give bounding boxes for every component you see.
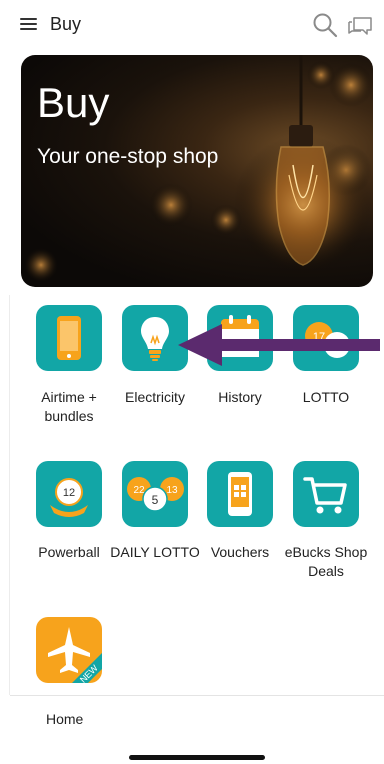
- powerball-label: Powerball: [38, 544, 100, 560]
- calendar-icon: [221, 315, 259, 357]
- voucher-icon: [228, 472, 252, 516]
- promo-banner[interactable]: Buy Your one-stop shop: [21, 55, 373, 287]
- travel-plane-icon: NEW: [48, 627, 102, 683]
- svg-text:12: 12: [63, 487, 75, 499]
- vouchers-tile[interactable]: [207, 461, 273, 527]
- phone-icon: [57, 316, 81, 360]
- shopping-cart-icon: [303, 477, 347, 514]
- daily-lotto-tile[interactable]: 22 13 5: [122, 461, 188, 527]
- daily-lotto-label: DAILY LOTTO: [110, 544, 200, 560]
- bottom-divider: [10, 695, 384, 696]
- home-indicator[interactable]: [129, 755, 265, 760]
- daily-lotto-icon: 22 13 5: [127, 477, 184, 512]
- banner-title: Buy: [37, 79, 110, 126]
- electricity-tile[interactable]: [122, 305, 188, 371]
- travel-tile[interactable]: NEW: [36, 617, 102, 683]
- chat-icon[interactable]: [347, 14, 373, 38]
- nav-home[interactable]: Home: [46, 711, 83, 727]
- header: Buy: [0, 0, 384, 52]
- search-icon[interactable]: [312, 12, 338, 38]
- electricity-label: Electricity: [125, 389, 185, 405]
- lotto-ball-icon: 17: [305, 322, 350, 358]
- svg-text:17: 17: [313, 331, 325, 343]
- lotto-tile[interactable]: 17: [293, 305, 359, 371]
- svg-text:5: 5: [152, 493, 159, 507]
- content-border: [9, 295, 10, 695]
- ebucks-shop-deals-tile[interactable]: [293, 461, 359, 527]
- page-title: Buy: [50, 14, 82, 34]
- svg-text:13: 13: [166, 485, 178, 496]
- history-label: History: [218, 389, 262, 405]
- powerball-tile[interactable]: 12: [36, 461, 102, 527]
- ebucks-shop-deals-label: eBucks Shop Deals: [284, 544, 368, 579]
- lightbulb-icon: [141, 317, 169, 361]
- banner-subtitle: Your one-stop shop: [37, 145, 219, 168]
- airtime-bundles-tile[interactable]: [36, 305, 102, 371]
- history-tile[interactable]: [207, 305, 273, 371]
- hamburger-menu-icon[interactable]: [20, 18, 37, 32]
- vouchers-label: Vouchers: [210, 544, 270, 560]
- lotto-label: LOTTO: [302, 389, 350, 405]
- airtime-bundles-label: Airtime + bundles: [41, 389, 97, 424]
- powerball-icon: 12: [50, 478, 88, 517]
